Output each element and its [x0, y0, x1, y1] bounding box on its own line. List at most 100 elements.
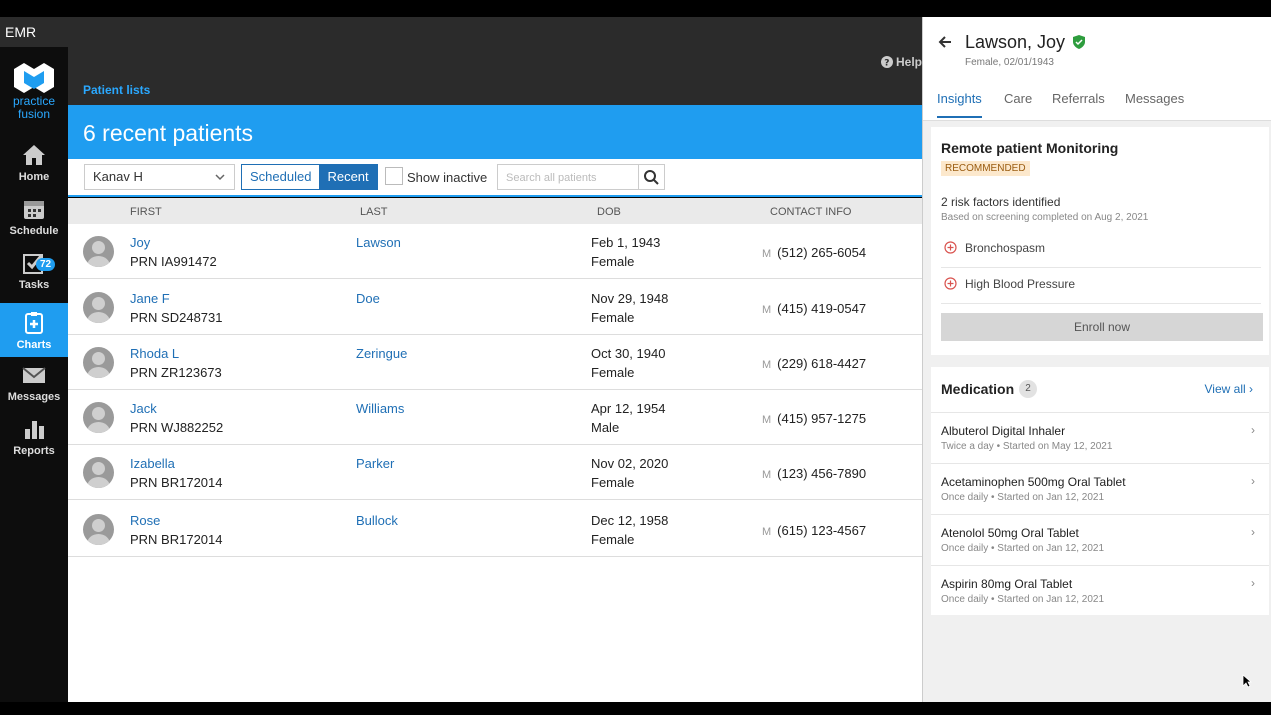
- nav-messages[interactable]: Messages: [0, 363, 68, 417]
- show-inactive-checkbox[interactable]: [385, 167, 403, 185]
- medication-item[interactable]: Aspirin 80mg Oral Tablet Once daily • St…: [931, 565, 1269, 616]
- patient-demographics: Female, 02/01/1943: [965, 57, 1054, 68]
- risk-count: 2 risk factors identified: [941, 195, 1061, 209]
- verified-shield-icon: [1073, 35, 1085, 54]
- medication-name: Aspirin 80mg Oral Tablet: [941, 577, 1073, 591]
- first-name-link[interactable]: Jack: [130, 401, 157, 416]
- dob: Nov 29, 1948: [591, 291, 669, 306]
- search-button[interactable]: [638, 165, 664, 189]
- last-name-link[interactable]: Zeringue: [356, 346, 407, 361]
- mobile-label: M: [762, 248, 772, 260]
- medication-item[interactable]: Atenolol 50mg Oral Tablet Once daily • S…: [931, 514, 1269, 565]
- medication-sig: Once daily • Started on Jan 12, 2021: [941, 543, 1105, 554]
- first-name-link[interactable]: Rhoda L: [130, 346, 179, 361]
- logo-text-line2: fusion: [17, 107, 51, 121]
- sidebar: practice fusion Home Schedule 72 Tasks C…: [0, 47, 68, 707]
- risk-item: High Blood Pressure: [941, 274, 1261, 304]
- scheduled-button[interactable]: Scheduled: [242, 165, 320, 189]
- table-row[interactable]: Jack PRN WJ882252 Williams Apr 12, 1954 …: [68, 390, 922, 445]
- prn: PRN SD248731: [130, 310, 223, 325]
- patient-search-input[interactable]: Search all patients: [497, 164, 665, 190]
- nav-tasks[interactable]: 72 Tasks: [0, 251, 68, 305]
- patient-detail-panel: Lawson, Joy Female, 02/01/1943 Insights …: [922, 17, 1271, 702]
- last-name-link[interactable]: Williams: [356, 401, 404, 416]
- table-row[interactable]: Jane F PRN SD248731 Doe Nov 29, 1948 Fem…: [68, 280, 922, 335]
- enroll-now-button[interactable]: Enroll now: [941, 313, 1263, 341]
- last-name-link[interactable]: Lawson: [356, 235, 401, 250]
- risk-item: Bronchospasm: [941, 238, 1261, 268]
- prn: PRN BR172014: [130, 532, 223, 547]
- last-name-link[interactable]: Bullock: [356, 513, 398, 528]
- sex: Female: [591, 475, 635, 490]
- help-icon: ?: [880, 56, 893, 69]
- dob: Oct 30, 1940: [591, 346, 666, 361]
- col-last[interactable]: LAST: [360, 206, 388, 218]
- phone: (415) 957-1275: [777, 411, 867, 426]
- medication-name: Atenolol 50mg Oral Tablet: [941, 526, 1079, 540]
- table-row[interactable]: Izabella PRN BR172014 Parker Nov 02, 202…: [68, 445, 922, 500]
- view-all-label: View all: [1204, 382, 1246, 396]
- col-first[interactable]: FIRST: [130, 206, 162, 218]
- phone: (123) 456-7890: [777, 466, 867, 481]
- nav-schedule[interactable]: Schedule: [0, 197, 68, 251]
- sex: Female: [591, 310, 635, 325]
- first-name-link[interactable]: Joy: [130, 235, 150, 250]
- chevron-right-icon: ›: [1251, 474, 1255, 488]
- first-name-link[interactable]: Izabella: [130, 456, 175, 471]
- table-row[interactable]: Joy PRN IA991472 Lawson Feb 1, 1943 Fema…: [68, 224, 922, 279]
- tab-care[interactable]: Care: [1004, 91, 1032, 106]
- first-name-link[interactable]: Jane F: [130, 291, 170, 306]
- patient-table: Joy PRN IA991472 Lawson Feb 1, 1943 Fema…: [68, 224, 922, 702]
- prn: PRN IA991472: [130, 254, 217, 269]
- contact-info: M (512) 265-6054: [762, 245, 866, 260]
- show-inactive-label[interactable]: Show inactive: [407, 170, 487, 185]
- last-name-link[interactable]: Parker: [356, 456, 394, 471]
- dob: Feb 1, 1943: [591, 235, 661, 250]
- back-arrow-icon[interactable]: [937, 34, 953, 55]
- mobile-label: M: [762, 304, 772, 316]
- tab-insights[interactable]: Insights: [937, 91, 982, 118]
- app-title: EMR: [5, 24, 37, 40]
- avatar: [83, 402, 114, 433]
- nav-charts[interactable]: Charts: [0, 303, 68, 357]
- tab-referrals[interactable]: Referrals: [1052, 91, 1105, 106]
- medication-card: Medication 2 View all › Albuterol Digita…: [931, 367, 1269, 615]
- breadcrumb-patient-lists[interactable]: Patient lists: [83, 83, 150, 97]
- sex: Female: [591, 532, 635, 547]
- first-name-link[interactable]: Rose: [130, 513, 160, 528]
- dob: Dec 12, 1958: [591, 513, 669, 528]
- provider-select[interactable]: Kanav H: [84, 164, 235, 190]
- col-dob[interactable]: DOB: [597, 206, 621, 218]
- panel-tabs: Insights Care Referrals Messages: [923, 89, 1271, 121]
- filter-bar: Kanav H Scheduled Recent Show inactive S…: [68, 159, 922, 197]
- last-name-link[interactable]: Doe: [356, 291, 380, 306]
- sex: Male: [591, 420, 620, 435]
- view-all-link[interactable]: View all ›: [1205, 382, 1253, 396]
- rpm-title: Remote patient Monitoring: [941, 140, 1119, 156]
- medication-count-badge: 2: [1019, 380, 1037, 398]
- header-bar: ? Help Patient lists: [68, 47, 922, 105]
- medication-sig: Once daily • Started on Jan 12, 2021: [941, 594, 1105, 605]
- help-link[interactable]: ? Help: [880, 55, 922, 69]
- avatar: [83, 514, 114, 545]
- chevron-right-icon: ›: [1249, 382, 1253, 396]
- chevron-right-icon: ›: [1251, 423, 1255, 437]
- help-label: Help: [895, 55, 922, 69]
- window-title-bar: EMR: [0, 17, 922, 47]
- chevron-right-icon: ›: [1251, 576, 1255, 590]
- home-icon: [23, 145, 45, 165]
- table-row[interactable]: Rose PRN BR172014 Bullock Dec 12, 1958 F…: [68, 502, 922, 557]
- prn: PRN ZR123673: [130, 365, 222, 380]
- avatar: [83, 457, 114, 488]
- practice-fusion-logo[interactable]: practice fusion: [0, 57, 68, 137]
- col-contact[interactable]: CONTACT INFO: [770, 206, 851, 218]
- warning-plus-icon: [944, 277, 957, 293]
- tab-messages[interactable]: Messages: [1125, 91, 1184, 106]
- medication-item[interactable]: Acetaminophen 500mg Oral Tablet Once dai…: [931, 463, 1269, 514]
- recent-button[interactable]: Recent: [319, 165, 377, 189]
- medication-item[interactable]: Albuterol Digital Inhaler Twice a day • …: [931, 412, 1269, 463]
- nav-home[interactable]: Home: [0, 143, 68, 197]
- table-row[interactable]: Rhoda L PRN ZR123673 Zeringue Oct 30, 19…: [68, 335, 922, 390]
- nav-reports[interactable]: Reports: [0, 417, 68, 471]
- mobile-label: M: [762, 414, 772, 426]
